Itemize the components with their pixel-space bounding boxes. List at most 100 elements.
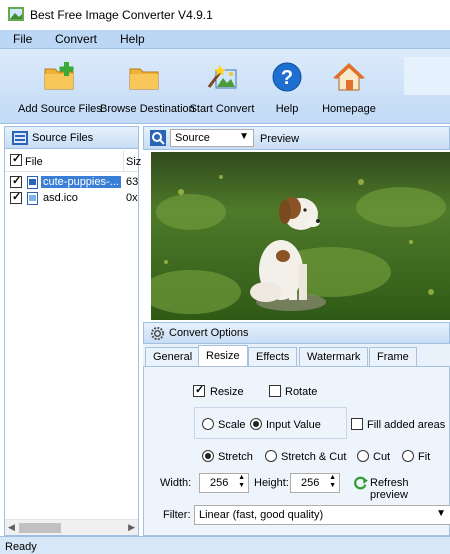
file-name: asd.ico <box>43 192 78 204</box>
chevron-down-icon: ▼ <box>239 131 249 142</box>
select-all-checkbox[interactable] <box>10 152 22 166</box>
resize-checkbox[interactable] <box>193 383 205 397</box>
menu-convert[interactable]: Convert <box>55 32 97 46</box>
home-icon <box>333 63 365 91</box>
refresh-preview-link[interactable]: Refresh preview <box>370 477 449 501</box>
stretch-cut-label: Stretch & Cut <box>281 451 347 463</box>
file-row[interactable]: cute-puppies-... 63 <box>5 174 139 190</box>
file-checkbox[interactable] <box>10 174 22 188</box>
app-icon <box>8 7 24 21</box>
homepage-label: Homepage <box>322 103 376 115</box>
browse-destination-button[interactable]: Browse Destination <box>100 49 195 124</box>
file-row[interactable]: asd.ico 0x <box>5 190 138 206</box>
resize-tab-panel: Resize Rotate Scale Input Value Fill add… <box>143 366 450 536</box>
file-name: cute-puppies-... <box>41 176 121 188</box>
window-title: Best Free Image Converter V4.9.1 <box>30 8 213 22</box>
file-size: 63 <box>126 176 139 188</box>
scroll-left-icon[interactable]: ◀ <box>8 522 15 533</box>
puppy-photo <box>151 152 450 320</box>
column-file[interactable]: File <box>25 156 43 168</box>
browse-destination-label: Browse Destination <box>100 103 195 115</box>
height-input[interactable]: 256 ▲ ▼ <box>290 473 340 493</box>
add-source-files-button[interactable]: Add Source Files <box>18 49 102 124</box>
file-list-header: File Siz <box>5 150 141 172</box>
file-size: 0x <box>126 192 138 204</box>
filter-select[interactable]: Linear (fast, good quality) ▼ <box>194 505 450 525</box>
source-files-icon <box>12 131 28 145</box>
options-tabs: General Resize Effects Watermark Frame <box>143 344 450 367</box>
width-input[interactable]: 256 ▲ ▼ <box>199 473 249 493</box>
magic-wand-icon <box>207 65 237 89</box>
cut-label: Cut <box>373 451 391 463</box>
source-files-panel: Source Files File Siz cute-puppies-... 6… <box>4 126 141 536</box>
status-bar: Ready <box>0 536 450 554</box>
file-checkbox[interactable] <box>10 190 22 204</box>
tab-resize[interactable]: Resize <box>198 345 248 367</box>
tab-effects[interactable]: Effects <box>248 347 298 367</box>
filter-label: Filter: <box>163 509 191 521</box>
column-divider[interactable] <box>123 150 124 172</box>
width-label: Width: <box>160 477 192 489</box>
menu-file[interactable]: File <box>13 32 32 46</box>
height-label: Height: <box>254 477 289 489</box>
preview-source-select[interactable]: Source ▼ <box>170 129 254 147</box>
filter-value: Linear (fast, good quality) <box>199 509 324 521</box>
toolbar-background-panel <box>404 57 450 95</box>
column-size[interactable]: Siz <box>126 156 141 168</box>
preview-source-value: Source <box>175 132 210 144</box>
stretch-cut-radio[interactable] <box>265 450 277 462</box>
start-convert-label: Start Convert <box>189 103 255 115</box>
source-files-header: Source Files <box>5 127 138 149</box>
preview-image <box>151 152 450 320</box>
toolbar: Add Source Files Browse Destination Star… <box>0 49 450 124</box>
stretch-label: Stretch <box>218 451 253 463</box>
tab-watermark[interactable]: Watermark <box>299 347 369 367</box>
status-text: Ready <box>5 541 37 553</box>
horizontal-scrollbar[interactable]: ◀ ▶ <box>5 519 138 535</box>
add-folder-icon <box>44 62 74 90</box>
stretch-radio[interactable] <box>202 450 214 462</box>
scale-radio[interactable] <box>202 418 214 430</box>
tab-frame[interactable]: Frame <box>369 347 417 367</box>
homepage-button[interactable]: Homepage <box>318 49 380 124</box>
fit-label: Fit <box>418 451 431 463</box>
help-label: Help <box>275 103 299 115</box>
browse-folder-icon <box>129 68 159 90</box>
cut-radio[interactable] <box>357 450 369 462</box>
convert-options-header: Convert Options <box>143 322 450 344</box>
image-file-icon <box>27 176 38 189</box>
scrollbar-thumb[interactable] <box>19 523 61 533</box>
menu-help[interactable]: Help <box>120 32 145 46</box>
menu-bar: File Convert Help <box>0 30 450 49</box>
svg-text:?: ? <box>281 67 293 89</box>
help-icon: ? <box>272 62 302 92</box>
resize-label: Resize <box>210 386 244 398</box>
fill-added-areas-label: Fill added areas <box>367 419 446 431</box>
gear-icon <box>150 326 165 341</box>
input-value-radio[interactable] <box>250 418 262 430</box>
convert-options-title: Convert Options <box>169 327 249 339</box>
help-button[interactable]: ? Help <box>268 49 306 124</box>
tab-general[interactable]: General <box>145 347 201 367</box>
rotate-checkbox[interactable] <box>269 385 281 397</box>
preview-label: Preview <box>260 133 300 145</box>
source-files-title: Source Files <box>32 132 94 144</box>
fill-added-areas-checkbox[interactable] <box>351 418 363 430</box>
width-value: 256 <box>210 477 229 489</box>
title-bar: Best Free Image Converter V4.9.1 <box>0 0 450 30</box>
spinner-arrows-icon[interactable]: ▲ ▼ <box>238 474 245 490</box>
rotate-label: Rotate <box>285 386 318 398</box>
refresh-icon[interactable] <box>354 476 368 490</box>
height-value: 256 <box>301 477 320 489</box>
spinner-arrows-icon[interactable]: ▲ ▼ <box>329 474 336 490</box>
preview-header: Source ▼ Preview <box>143 126 450 150</box>
scale-label: Scale <box>218 419 246 431</box>
start-convert-button[interactable]: Start Convert <box>188 49 256 124</box>
input-value-label: Input Value <box>266 419 321 431</box>
fit-radio[interactable] <box>402 450 414 462</box>
chevron-down-icon: ▼ <box>436 508 446 519</box>
zoom-icon[interactable] <box>150 130 166 146</box>
add-source-files-label: Add Source Files <box>18 103 102 115</box>
scroll-right-icon[interactable]: ▶ <box>128 522 135 533</box>
ico-file-icon <box>27 192 38 205</box>
